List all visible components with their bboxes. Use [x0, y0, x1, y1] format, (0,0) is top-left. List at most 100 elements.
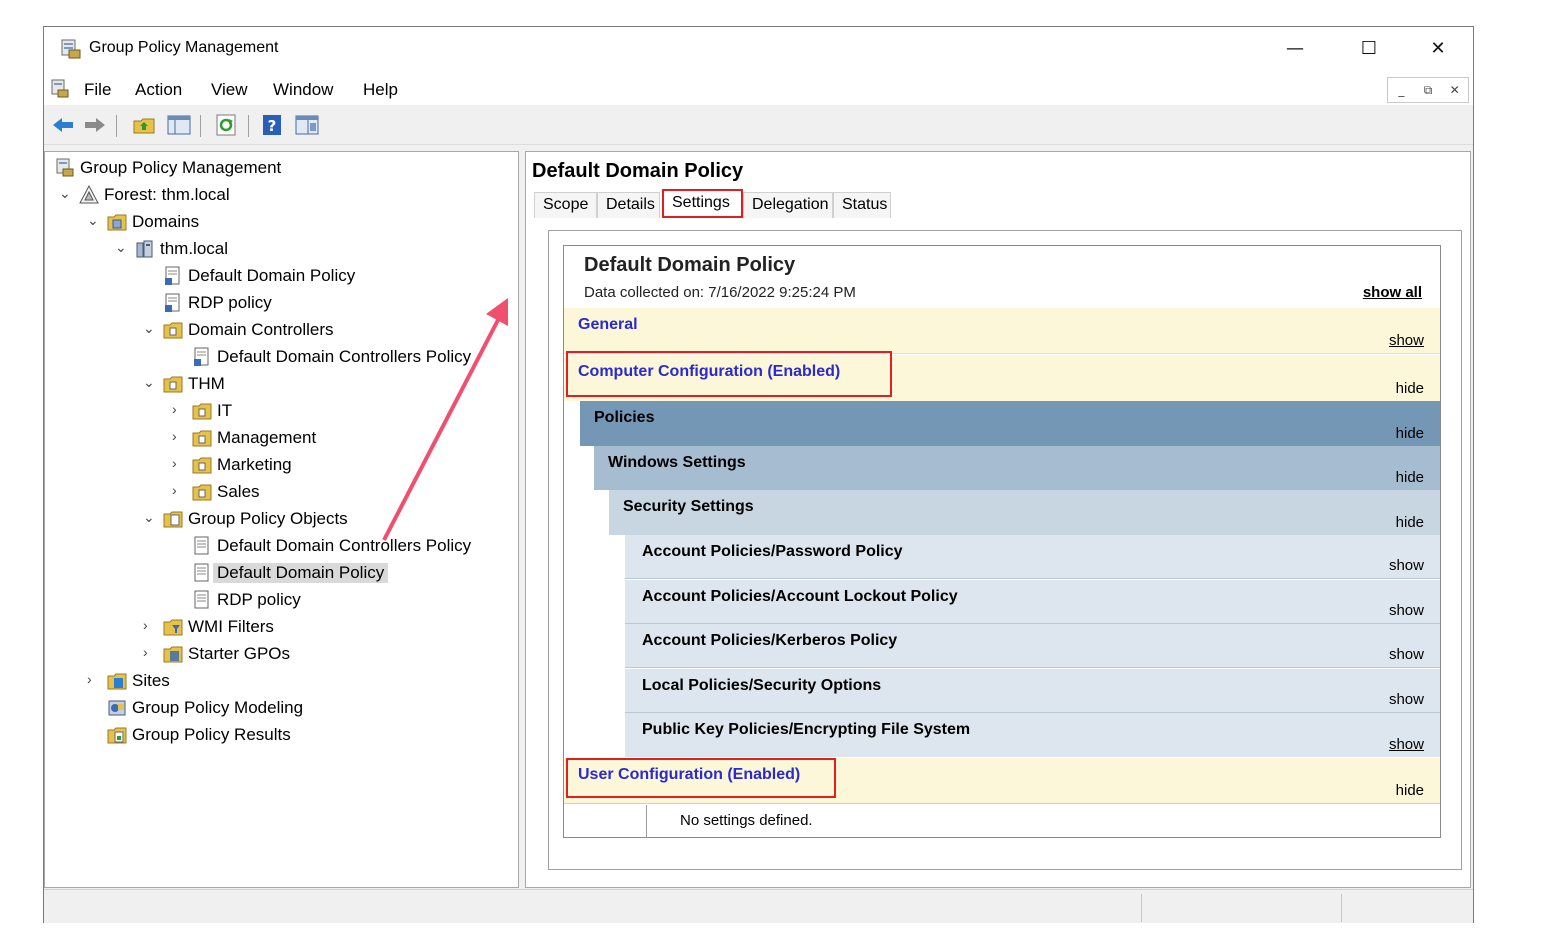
tree-item-label: Forest: thm.local — [104, 185, 230, 204]
hide-link[interactable]: hide — [1396, 514, 1424, 531]
mmc-console-icon[interactable] — [50, 79, 70, 99]
minimize-button[interactable]: — — [1272, 35, 1318, 65]
refresh-icon[interactable] — [214, 113, 240, 137]
pane-splitter[interactable] — [519, 151, 524, 888]
tree-item-label: Default Domain Policy — [213, 563, 389, 583]
section-label: Policies — [594, 409, 655, 426]
back-icon[interactable] — [50, 113, 76, 137]
section-label: Security Settings — [623, 498, 754, 515]
section-encrypting-file-system[interactable]: Public Key Policies/Encrypting File Syst… — [625, 713, 1440, 757]
detail-title: Default Domain Policy — [532, 160, 744, 182]
results-icon — [107, 727, 127, 744]
show-link[interactable]: show — [1389, 602, 1424, 619]
tab-delegation[interactable]: Delegation — [743, 192, 833, 218]
expand-chevron-icon[interactable]: ⌄ — [143, 374, 157, 391]
tree-item-label: Domains — [132, 212, 200, 231]
show-all-link[interactable]: show all — [1363, 284, 1422, 301]
hide-link[interactable]: hide — [1396, 782, 1424, 799]
expand-chevron-icon[interactable]: ⌄ — [143, 509, 157, 526]
tree-item-label: RDP policy — [188, 293, 272, 312]
computer-configuration-highlight — [566, 351, 892, 397]
tree-item-label: Marketing — [217, 455, 292, 474]
expand-chevron-icon[interactable]: ⌄ — [115, 239, 129, 256]
menu-file[interactable]: File — [84, 80, 111, 100]
wmi-folder-icon — [163, 619, 183, 636]
expand-chevron-icon[interactable]: ⌄ — [143, 320, 157, 337]
toolbar-separator — [116, 115, 117, 137]
mdi-close-button[interactable]: ✕ — [1441, 78, 1468, 102]
ou-icon — [192, 430, 212, 447]
expand-chevron-icon[interactable]: ⌄ — [87, 212, 101, 229]
up-folder-icon[interactable] — [132, 113, 158, 137]
section-security-settings[interactable]: Security Settings hide — [609, 490, 1440, 535]
gpo-link-icon — [165, 293, 180, 312]
toolbar-separator — [200, 115, 201, 137]
maximize-button[interactable]: ☐ — [1346, 35, 1392, 65]
tree-item-label: Default Domain Controllers Policy — [217, 536, 472, 555]
ou-icon — [163, 376, 183, 393]
section-kerberos-policy[interactable]: Account Policies/Kerberos Policy show — [625, 624, 1440, 668]
section-label: Public Key Policies/Encrypting File Syst… — [642, 721, 971, 738]
ou-icon — [192, 484, 212, 501]
expand-chevron-icon[interactable]: › — [143, 617, 157, 633]
show-link[interactable]: show — [1389, 736, 1424, 753]
hide-link[interactable]: hide — [1396, 380, 1424, 397]
expand-chevron-icon[interactable]: › — [172, 482, 186, 498]
section-security-options[interactable]: Local Policies/Security Options show — [625, 669, 1440, 713]
tree-item-label: WMI Filters — [188, 617, 274, 636]
close-button[interactable]: ✕ — [1415, 35, 1461, 65]
console-tree: Group Policy Management ⌄ Forest: thm.lo… — [44, 151, 519, 888]
domains-icon — [107, 214, 127, 231]
show-link[interactable]: show — [1389, 557, 1424, 574]
indent-divider — [646, 805, 647, 838]
tree-item-label: Sites — [132, 671, 170, 690]
section-windows-settings[interactable]: Windows Settings hide — [594, 446, 1440, 490]
menu-action[interactable]: Action — [135, 80, 182, 100]
tab-settings[interactable]: Settings — [662, 189, 743, 218]
section-general[interactable]: General show — [564, 308, 1440, 354]
gpm-app-icon — [61, 39, 81, 59]
status-separator — [1141, 894, 1142, 922]
expand-chevron-icon[interactable]: ⌄ — [59, 185, 73, 202]
starter-folder-icon — [163, 646, 183, 663]
settings-report: Default Domain Policy Data collected on:… — [563, 245, 1441, 838]
section-policies[interactable]: Policies hide — [580, 401, 1440, 446]
report-title: Default Domain Policy — [584, 254, 796, 276]
tab-details[interactable]: Details — [597, 192, 660, 218]
mdi-restore-button[interactable]: ⧉ — [1415, 78, 1442, 102]
tree-item-label: Group Policy Objects — [188, 509, 348, 528]
no-settings-text: No settings defined. — [680, 812, 813, 829]
tab-status[interactable]: Status — [833, 192, 891, 218]
tab-scope[interactable]: Scope — [534, 192, 597, 218]
help-icon[interactable]: ? — [260, 113, 286, 137]
data-collected-text: Data collected on: 7/16/2022 9:25:24 PM — [584, 284, 856, 301]
section-label[interactable]: General — [578, 316, 638, 334]
section-password-policy[interactable]: Account Policies/Password Policy show — [625, 535, 1440, 579]
ou-icon — [163, 322, 183, 339]
menu-window[interactable]: Window — [273, 80, 333, 100]
hide-link[interactable]: hide — [1396, 469, 1424, 486]
show-link[interactable]: show — [1389, 646, 1424, 663]
expand-chevron-icon[interactable]: › — [143, 644, 157, 660]
show-hide-tree-icon[interactable] — [166, 113, 192, 137]
hide-link[interactable]: hide — [1396, 425, 1424, 442]
menu-view[interactable]: View — [211, 80, 248, 100]
detail-pane: Default Domain Policy Scope Details Sett… — [525, 151, 1471, 888]
expand-chevron-icon[interactable]: › — [172, 455, 186, 471]
forward-icon[interactable] — [82, 113, 108, 137]
tree-item-label: RDP policy — [217, 590, 301, 609]
expand-chevron-icon[interactable]: › — [172, 401, 186, 417]
properties-icon[interactable] — [294, 113, 320, 137]
tree-item-label: Default Domain Controllers Policy — [217, 347, 472, 366]
section-account-lockout-policy[interactable]: Account Policies/Account Lockout Policy … — [625, 580, 1440, 624]
show-link[interactable]: show — [1389, 332, 1424, 349]
show-link[interactable]: show — [1389, 691, 1424, 708]
toolbar-separator — [248, 115, 249, 137]
expand-chevron-icon[interactable]: › — [172, 428, 186, 444]
menu-help[interactable]: Help — [363, 80, 398, 100]
mdi-minimize-button[interactable]: _ — [1388, 78, 1415, 102]
toolbar: ? — [44, 105, 1473, 145]
expand-chevron-icon[interactable]: › — [87, 671, 101, 687]
section-label: Account Policies/Kerberos Policy — [642, 632, 898, 649]
status-bar — [44, 889, 1473, 923]
